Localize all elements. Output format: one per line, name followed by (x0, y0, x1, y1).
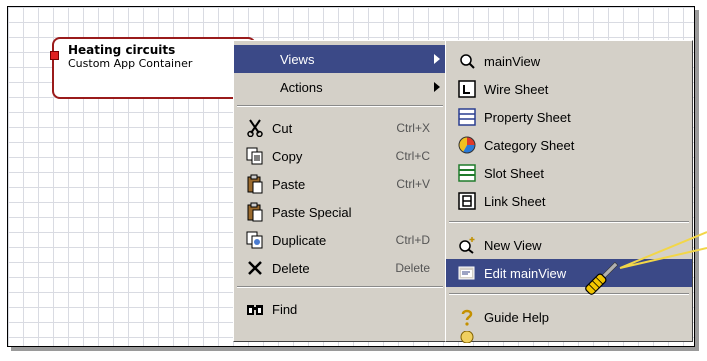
submenu-item-label: Link Sheet (484, 193, 546, 209)
submenu-item-edit-mainview[interactable]: Edit mainView (446, 259, 692, 287)
menu-item-paste-special[interactable]: Paste Special (234, 198, 446, 226)
menu-separator (237, 105, 443, 107)
menu-separator (237, 286, 443, 288)
submenu-item-wire-sheet[interactable]: Wire Sheet (446, 75, 692, 103)
submenu-item-property-sheet[interactable]: Property Sheet (446, 103, 692, 131)
menu-item-cut[interactable]: Cut Ctrl+X (234, 114, 446, 142)
views-submenu: mainView Wire Sheet Property Sheet Categ… (445, 40, 693, 343)
component-node[interactable]: Heating circuits Custom App Container (50, 37, 256, 99)
menu-item-shortcut: Ctrl+V (396, 177, 430, 191)
submenu-item-label: Edit mainView (484, 265, 567, 281)
submenu-item-slot-sheet[interactable]: Slot Sheet (446, 159, 692, 187)
menu-item-copy[interactable]: Copy Ctrl+C (234, 142, 446, 170)
context-menu: Views Actions Cut Ctrl+X Copy Ctrl+C Pas… (233, 40, 447, 342)
menu-item-views[interactable]: Views (234, 45, 446, 73)
node-subtitle: Custom App Container (68, 57, 193, 70)
submenu-item-link-sheet[interactable]: Link Sheet (446, 187, 692, 215)
menu-item-find[interactable]: Find (234, 295, 446, 323)
new-view-icon (456, 234, 478, 256)
help-icon (456, 331, 478, 343)
paste-icon (244, 173, 266, 195)
link-sheet-icon (456, 190, 478, 212)
views-icon (244, 48, 266, 70)
menu-separator (449, 221, 689, 223)
menu-item-delete[interactable]: Delete Delete (234, 254, 446, 282)
menu-item-paste[interactable]: Paste Ctrl+V (234, 170, 446, 198)
copy-icon (244, 145, 266, 167)
menu-item-label: Delete (272, 260, 310, 276)
submenu-item-label: New View (484, 237, 542, 253)
category-sheet-icon (456, 134, 478, 156)
menu-item-label: Duplicate (272, 232, 327, 248)
submenu-arrow-icon (434, 54, 440, 64)
menu-item-shortcut: Ctrl+X (396, 121, 430, 135)
submenu-item-label: mainView (484, 53, 541, 69)
menu-item-label: Paste Special (272, 204, 352, 220)
submenu-item-guide-help[interactable]: Guide Help (446, 303, 692, 331)
help-question-icon (456, 306, 478, 328)
menu-item-actions[interactable]: Actions (234, 73, 446, 101)
menu-item-label: Copy (272, 148, 303, 164)
submenu-arrow-icon (434, 82, 440, 92)
paste-special-icon (244, 201, 266, 223)
binoculars-icon (244, 298, 266, 320)
submenu-item-mainview[interactable]: mainView (446, 47, 692, 75)
edit-view-icon (456, 262, 478, 284)
submenu-item-label: Slot Sheet (484, 165, 544, 181)
menu-item-shortcut: Delete (395, 261, 430, 275)
actions-icon (244, 76, 266, 98)
menu-item-label: Paste (272, 176, 306, 192)
menu-item-duplicate[interactable]: Duplicate Ctrl+D (234, 226, 446, 254)
scissors-icon (244, 117, 266, 139)
submenu-item-label: Wire Sheet (484, 81, 549, 97)
wire-sheet-icon (456, 78, 478, 100)
property-sheet-icon (456, 106, 478, 128)
submenu-item-new-view[interactable]: New View (446, 231, 692, 259)
menu-item-shortcut: Ctrl+C (395, 149, 430, 163)
magnifier-view-icon (456, 50, 478, 72)
delete-icon (244, 257, 266, 279)
duplicate-icon (244, 229, 266, 251)
node-title: Heating circuits (68, 43, 176, 57)
menu-item-shortcut: Ctrl+D (395, 233, 430, 247)
menu-item-label: Find (272, 301, 298, 317)
slot-sheet-icon (456, 162, 478, 184)
submenu-item-label: Guide Help (484, 309, 550, 325)
node-pin[interactable] (50, 51, 59, 60)
submenu-item-label: Property Sheet (484, 109, 571, 125)
menu-item-label: Actions (280, 79, 323, 95)
submenu-item-cutoff (446, 331, 692, 343)
menu-separator (449, 293, 689, 295)
menu-item-label: Cut (272, 120, 293, 136)
submenu-item-label: Category Sheet (484, 137, 575, 153)
submenu-item-category-sheet[interactable]: Category Sheet (446, 131, 692, 159)
menu-item-label: Views (280, 51, 315, 67)
